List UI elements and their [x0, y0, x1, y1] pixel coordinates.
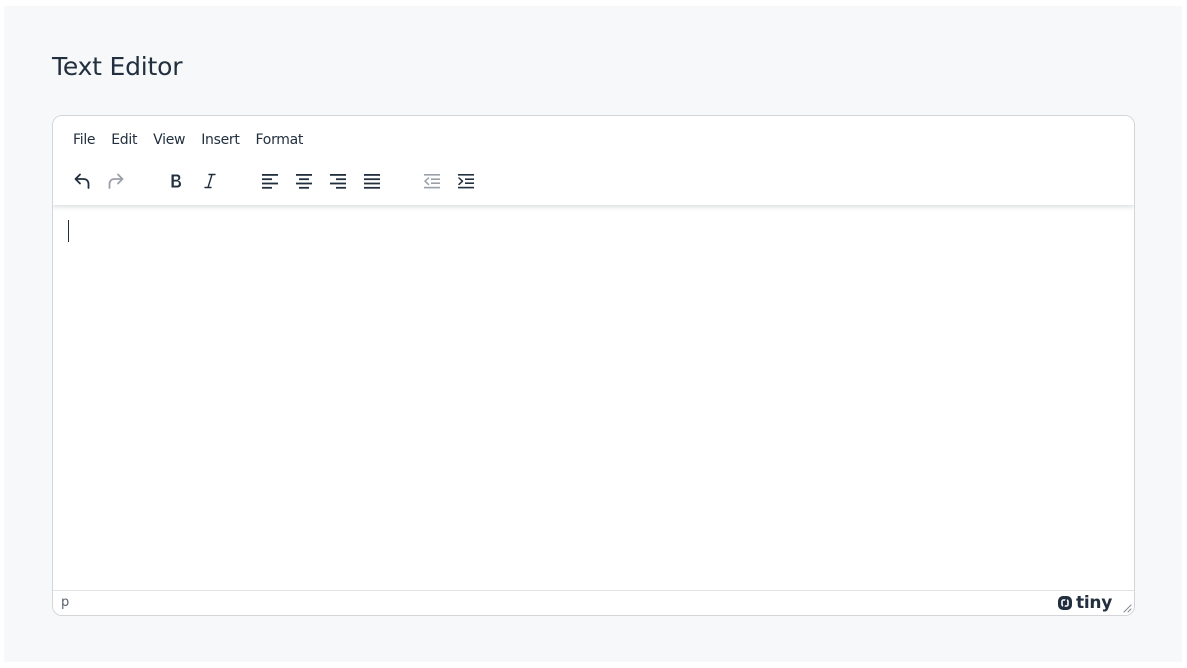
resize-handle-icon[interactable]	[1122, 603, 1132, 613]
align-justify-icon	[364, 174, 380, 189]
menu-format[interactable]: Format	[248, 127, 312, 153]
align-right-button[interactable]	[321, 165, 355, 197]
redo-button[interactable]	[99, 165, 133, 197]
align-justify-button[interactable]	[355, 165, 389, 197]
brand-label: tiny	[1076, 593, 1112, 613]
undo-icon	[74, 173, 90, 189]
indent-icon	[458, 174, 474, 189]
align-center-button[interactable]	[287, 165, 321, 197]
tiny-logo-icon	[1058, 596, 1073, 610]
menu-file[interactable]: File	[65, 127, 103, 153]
editor-content-area[interactable]	[53, 205, 1134, 589]
format-group	[159, 165, 227, 197]
align-left-icon	[262, 174, 278, 189]
align-center-icon	[296, 174, 312, 189]
menu-insert[interactable]: Insert	[193, 127, 247, 153]
menu-view[interactable]: View	[145, 127, 193, 153]
toolbar	[65, 165, 509, 197]
indent-group	[415, 165, 483, 197]
history-group	[65, 165, 133, 197]
indent-button[interactable]	[449, 165, 483, 197]
text-cursor	[68, 220, 69, 242]
element-path[interactable]: p	[61, 595, 69, 610]
bold-icon	[171, 174, 181, 188]
bold-button[interactable]	[159, 165, 193, 197]
undo-button[interactable]	[65, 165, 99, 197]
menubar: File Edit View Insert Format	[65, 127, 311, 153]
editor-header: File Edit View Insert Format	[53, 116, 1134, 205]
rich-text-editor: File Edit View Insert Format p tiny	[52, 115, 1135, 616]
italic-icon	[204, 173, 216, 189]
outdent-icon	[424, 174, 440, 189]
redo-icon	[108, 173, 124, 189]
statusbar: p tiny	[53, 590, 1134, 615]
alignment-group	[253, 165, 389, 197]
align-right-icon	[330, 174, 346, 189]
menu-edit[interactable]: Edit	[103, 127, 145, 153]
page-background: Text Editor File Edit View Insert Format	[4, 6, 1182, 662]
outdent-button[interactable]	[415, 165, 449, 197]
align-left-button[interactable]	[253, 165, 287, 197]
page-title: Text Editor	[52, 52, 183, 81]
tiny-branding-link[interactable]: tiny	[1057, 593, 1112, 613]
italic-button[interactable]	[193, 165, 227, 197]
